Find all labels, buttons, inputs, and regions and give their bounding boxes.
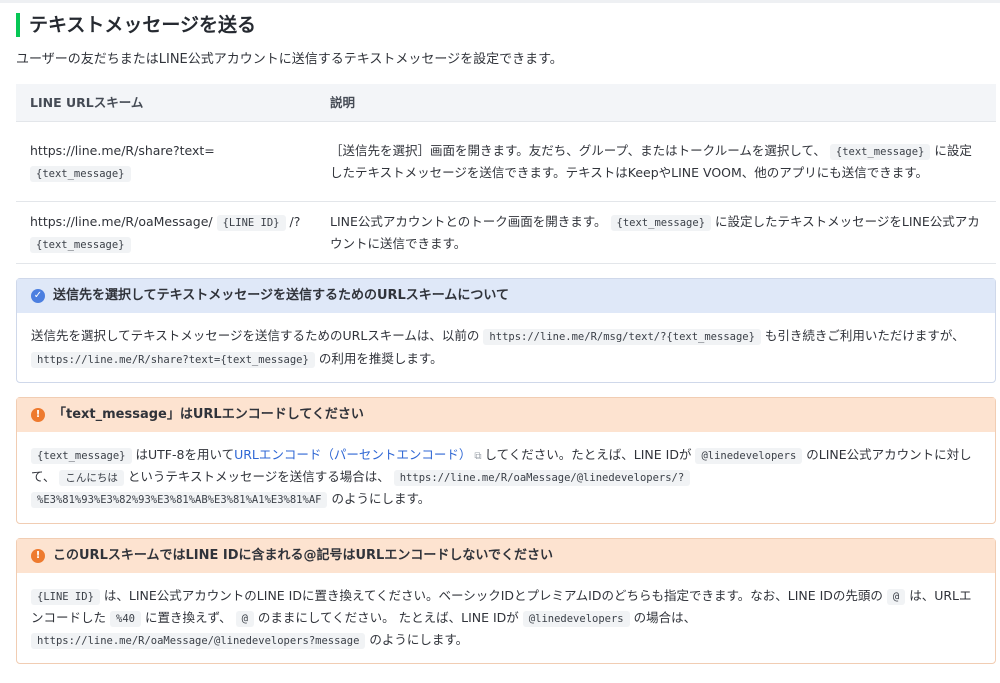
- callout-body: {LINE ID} は、LINE公式アカウントのLINE IDに置き換えてくださ…: [17, 573, 995, 664]
- callout-text: はUTF-8を用いて: [135, 446, 235, 462]
- callout-text: のようにします。: [331, 491, 431, 507]
- callout-text: 送信先を選択してテキストメッセージを送信するためのURLスキームは、以前の: [31, 328, 480, 344]
- inline-code: https://line.me/R/oaMessage/@linedevelop…: [31, 633, 366, 650]
- inline-code: {text_message}: [30, 165, 131, 182]
- description-text: ［送信先を選択］画面を開きます。友だち、グループ、またはトークルームを選択して、: [330, 143, 826, 159]
- top-divider: [0, 0, 1000, 3]
- inline-code: {text_message}: [30, 236, 131, 253]
- callout-text: の場合は、: [633, 609, 697, 625]
- callout-header: ✓ 送信先を選択してテキストメッセージを送信するためのURLスキームについて: [17, 279, 995, 314]
- inline-code: {text_message}: [610, 215, 712, 232]
- inline-code: @: [886, 588, 906, 605]
- inline-code: %E3%81%93%E3%82%93%E3%81%AB%E3%81%A1%E3%…: [31, 492, 328, 509]
- scheme-cell: https://line.me/R/share?text= {text_messa…: [16, 121, 316, 203]
- table-header-scheme: LINE URLスキーム: [16, 84, 316, 123]
- callout-text: も引き続きご利用いただけますが、: [764, 328, 965, 344]
- exclamation-circle-icon: !: [31, 548, 45, 563]
- url-scheme-table: LINE URLスキーム 説明 https://line.me/R/share?…: [16, 84, 996, 265]
- callout-title: 送信先を選択してテキストメッセージを送信するためのURLスキームについて: [53, 288, 510, 304]
- section-heading: テキストメッセージを送る: [16, 13, 996, 37]
- callout-text: してください。たとえば、LINE IDが: [484, 446, 692, 462]
- table-row: https://line.me/R/oaMessage/ {LINE ID} /…: [16, 201, 996, 265]
- callout-title: 「text_message」はURLエンコードしてください: [53, 406, 364, 422]
- external-link-icon: ⧉: [474, 450, 482, 462]
- inline-code: https://line.me/R/oaMessage/@linedevelop…: [393, 470, 691, 487]
- scheme-text: https://line.me/R/share?text=: [30, 143, 215, 159]
- inline-code: こんにちは: [59, 470, 124, 487]
- inline-code: @: [235, 610, 254, 627]
- description-cell: LINE公式アカウントとのトーク画面を開きます。 {text_message} …: [316, 201, 996, 265]
- inline-code: {text_message}: [31, 447, 132, 464]
- callout-body: 送信先を選択してテキストメッセージを送信するためのURLスキームは、以前の ht…: [17, 313, 995, 382]
- table-row: https://line.me/R/share?text= {text_messa…: [16, 121, 996, 203]
- table-header-description: 説明: [316, 84, 996, 123]
- exclamation-circle-icon: !: [31, 407, 45, 422]
- info-callout: ✓ 送信先を選択してテキストメッセージを送信するためのURLスキームについて 送…: [16, 278, 996, 383]
- inline-code: https://line.me/R/msg/text/?{text_messag…: [483, 329, 761, 346]
- callout-header: ! 「text_message」はURLエンコードしてください: [17, 397, 995, 432]
- description-text: LINE公式アカウントとのトーク画面を開きます。: [330, 214, 607, 230]
- callout-text: は、LINE公式アカウントのLINE IDに置き換えてください。ベーシックIDと…: [103, 587, 883, 603]
- callout-body: {text_message} はUTF-8を用いてURLエンコード（パーセントエ…: [17, 432, 995, 523]
- callout-text: のようにします。: [369, 632, 469, 648]
- callout-text: の利用を推奨します。: [318, 350, 443, 366]
- inline-code: https://line.me/R/share?text={text_messa…: [31, 351, 315, 368]
- warning-callout-at-sign: ! このURLスキームではLINE IDに含まれる@記号はURLエンコードしない…: [16, 537, 996, 665]
- inline-code: %40: [110, 610, 141, 627]
- table-header-row: LINE URLスキーム 説明: [16, 84, 996, 123]
- scheme-text: /?: [289, 214, 301, 230]
- inline-code: @linedevelopers: [695, 447, 803, 464]
- warning-callout-encoding: ! 「text_message」はURLエンコードしてください {text_me…: [16, 396, 996, 524]
- scheme-cell: https://line.me/R/oaMessage/ {LINE ID} /…: [16, 201, 316, 265]
- scheme-text: https://line.me/R/oaMessage/: [30, 214, 213, 230]
- inline-code: {LINE ID}: [31, 588, 100, 605]
- callout-title: このURLスキームではLINE IDに含まれる@記号はURLエンコードしないでく…: [53, 547, 553, 563]
- callout-header: ! このURLスキームではLINE IDに含まれる@記号はURLエンコードしない…: [17, 538, 995, 573]
- url-encoding-link[interactable]: URLエンコード（パーセントエンコード）: [234, 447, 471, 462]
- intro-text: ユーザーの友だちまたはLINE公式アカウントに送信するテキストメッセージを設定で…: [16, 52, 563, 67]
- page-content: テキストメッセージを送る ユーザーの友だちまたはLINE公式アカウントに送信する…: [0, 13, 1000, 665]
- callout-text: というテキストメッセージを送信する場合は、: [127, 469, 390, 485]
- inline-code: @linedevelopers: [522, 610, 630, 627]
- inline-code: {text_message}: [829, 144, 931, 161]
- check-circle-icon: ✓: [31, 289, 45, 304]
- description-cell: ［送信先を選択］画面を開きます。友だち、グループ、またはトークルームを選択して、…: [316, 121, 996, 203]
- callout-text: のままにしてください。 たとえば、LINE IDが: [257, 609, 519, 625]
- inline-code: {LINE ID}: [216, 215, 286, 232]
- callout-text: に置き換えず、: [144, 609, 232, 625]
